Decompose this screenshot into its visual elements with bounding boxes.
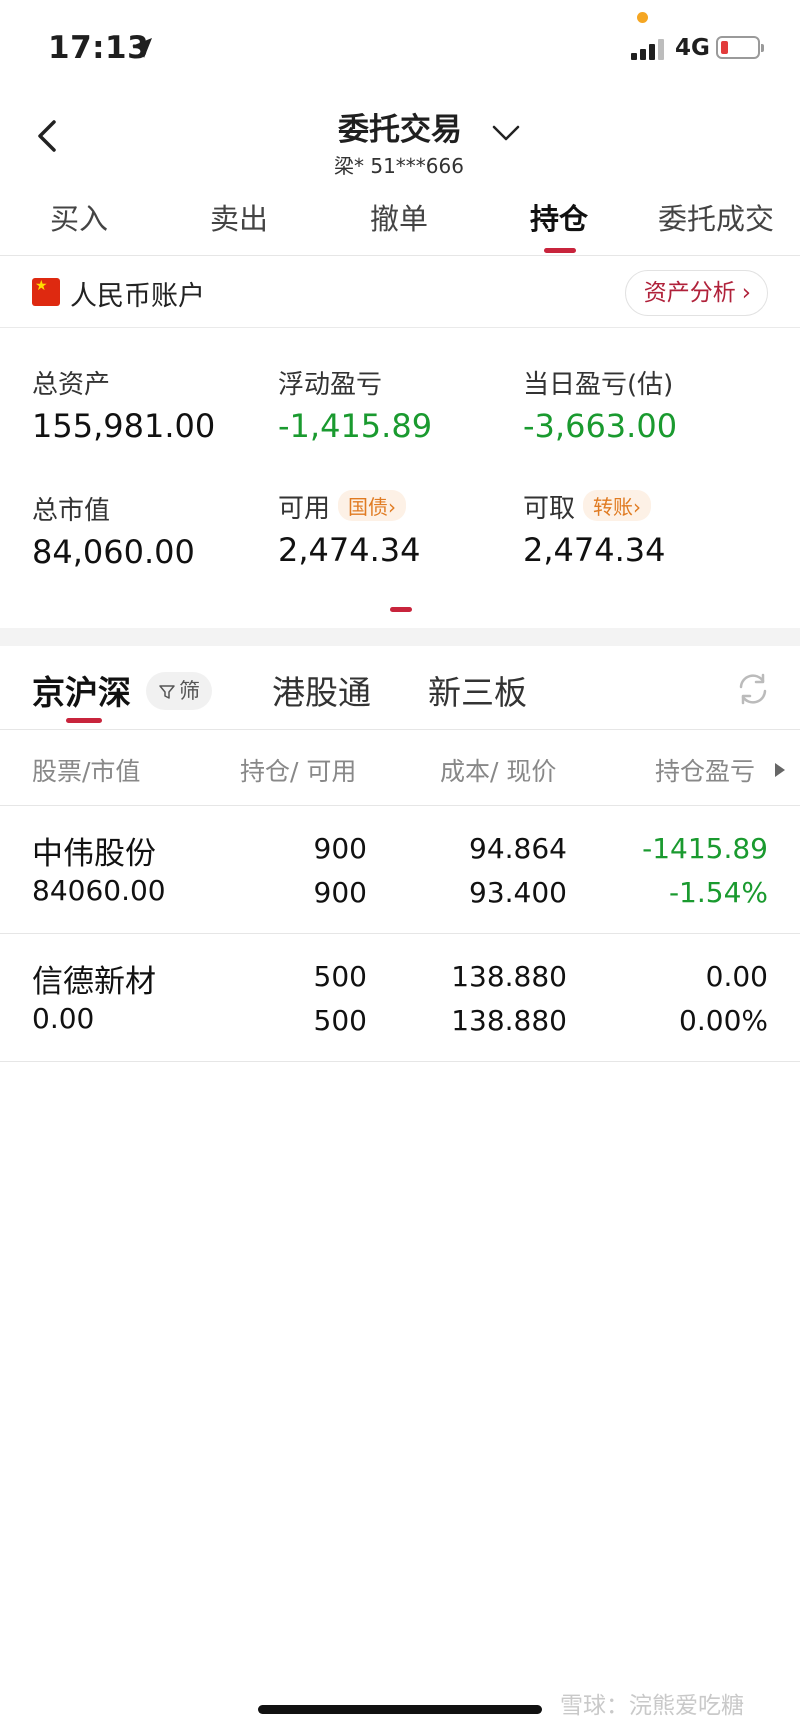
position-pnl: 0.00 (705, 960, 768, 993)
current-price: 93.400 (469, 876, 567, 909)
table-row[interactable]: 信德新材 0.00 500 500 138.880 138.880 0.00 0… (0, 934, 800, 1062)
tab-cancel[interactable]: 撤单 (370, 196, 428, 238)
metric-withdrawable: 可取 转账› 2,474.34 (523, 488, 666, 569)
tab-ashares[interactable]: 京沪深 (32, 666, 131, 714)
asset-analysis-button[interactable]: 资产分析 › (624, 270, 768, 316)
account-id: 梁* 51***666 (334, 154, 464, 178)
filter-icon (159, 685, 175, 699)
market-tabs: 京沪深 筛 港股通 新三板 (0, 646, 800, 730)
position-qty: 500 (313, 960, 367, 993)
metric-value: 155,981.00 (32, 407, 216, 445)
position-qty: 900 (313, 832, 367, 865)
stock-name: 中伟股份 (32, 836, 156, 872)
treasury-bond-label: 国债 (348, 495, 389, 519)
stock-name: 信德新材 (32, 964, 156, 1000)
trade-tabs: 买入 卖出 撤单 持仓 委托成交 (0, 192, 800, 256)
column-header-position: 持仓/ 可用 (240, 757, 357, 786)
home-indicator[interactable] (258, 1705, 542, 1714)
metric-floating-pnl: 浮动盈亏 -1,415.89 (278, 364, 432, 445)
asset-analysis-label: 资产分析 (643, 280, 736, 306)
location-arrow-icon (132, 38, 152, 58)
metric-value: -1,415.89 (278, 407, 433, 445)
chevron-down-icon[interactable] (490, 122, 522, 144)
tab-orders[interactable]: 委托成交 (658, 196, 774, 238)
signal-strength-icon (631, 38, 667, 60)
transfer-label: 转账 (593, 495, 634, 519)
metric-label: 总市值 (32, 496, 111, 526)
metric-label: 浮动盈亏 (278, 370, 383, 400)
tab-neeq[interactable]: 新三板 (428, 666, 527, 714)
tab-buy[interactable]: 买入 (50, 196, 108, 238)
active-tab-indicator (544, 248, 576, 253)
active-market-indicator (66, 718, 102, 723)
network-type: 4G (675, 35, 710, 61)
page-indicator (390, 607, 412, 612)
stock-market-value: 84060.00 (32, 874, 166, 907)
cost-price: 138.880 (451, 960, 567, 993)
metric-label: 当日盈亏(估) (523, 370, 674, 400)
position-pnl: -1415.89 (642, 832, 768, 865)
cost-price: 94.864 (469, 832, 567, 865)
refresh-icon[interactable] (734, 670, 772, 708)
account-currency-label: 人民币账户 (70, 281, 205, 312)
tab-hk-connect[interactable]: 港股通 (272, 666, 371, 714)
position-pnl-percent: 0.00% (679, 1004, 768, 1037)
position-pnl-percent: -1.54% (668, 876, 768, 909)
transfer-tag[interactable]: 转账› (583, 490, 652, 521)
metric-available: 可用 国债› 2,474.34 (278, 488, 421, 569)
metric-value: 2,474.34 (523, 531, 666, 569)
section-divider (0, 628, 800, 646)
filter-label: 筛 (179, 679, 200, 703)
column-header-cost: 成本/ 现价 (440, 757, 557, 786)
available-qty: 900 (313, 876, 367, 909)
current-price: 138.880 (451, 1004, 567, 1037)
metric-total-assets: 总资产 155,981.00 (32, 364, 215, 445)
watermark: 雪球：浣熊爱吃糖 (560, 1693, 744, 1719)
available-qty: 500 (313, 1004, 367, 1037)
stock-market-value: 0.00 (32, 1002, 95, 1035)
metric-daily-pnl: 当日盈亏(估) -3,663.00 (523, 364, 677, 445)
page-title-text: 委托交易 (338, 112, 462, 148)
china-flag-icon: ★ (32, 278, 60, 306)
column-header-pnl: 持仓盈亏 (655, 757, 756, 786)
metric-label: 总资产 (32, 370, 111, 400)
filter-button[interactable]: 筛 (146, 672, 212, 710)
page-title[interactable]: 委托交易 (0, 104, 800, 149)
metric-market-value: 总市值 84,060.00 (32, 490, 195, 571)
metric-label: 可用 (278, 494, 331, 524)
column-header-stock: 股票/市值 (32, 757, 141, 786)
scroll-right-icon[interactable] (774, 762, 786, 778)
account-row: ★ 人民币账户 资产分析 › (0, 256, 800, 328)
metric-value: -3,663.00 (523, 407, 678, 445)
treasury-bond-tag[interactable]: 国债› (338, 490, 407, 521)
battery-icon (716, 36, 764, 59)
metric-value: 2,474.34 (278, 531, 421, 569)
tab-sell[interactable]: 卖出 (210, 196, 268, 238)
privacy-indicator-dot (637, 12, 648, 23)
tab-positions[interactable]: 持仓 (530, 196, 588, 238)
table-row[interactable]: 中伟股份 84060.00 900 900 94.864 93.400 -141… (0, 806, 800, 934)
metric-label: 可取 (523, 494, 576, 524)
status-bar: 17:13 4G (0, 0, 800, 90)
metric-value: 84,060.00 (32, 533, 195, 571)
chevron-right-icon: › (741, 280, 751, 306)
positions-table-header: 股票/市值 持仓/ 可用 成本/ 现价 持仓盈亏 (0, 730, 800, 806)
asset-summary: 总资产 155,981.00 浮动盈亏 -1,415.89 当日盈亏(估) -3… (0, 330, 800, 626)
